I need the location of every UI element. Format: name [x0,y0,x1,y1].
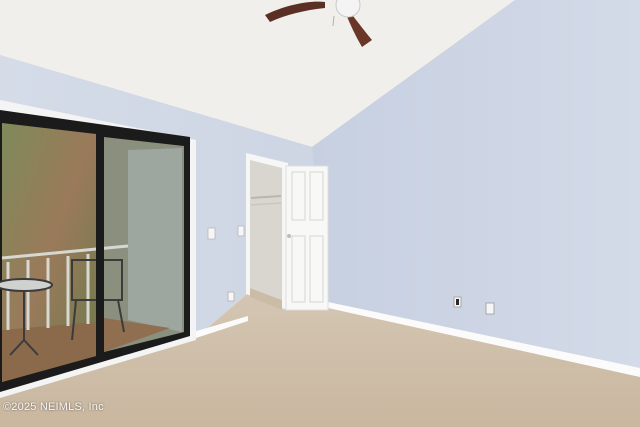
exterior-wall [128,148,182,332]
door-knob [287,234,291,238]
room-photo: ©2025 NEIMLS, Inc [0,0,640,427]
light-switch-icon [207,227,216,240]
outlet-icon [485,302,495,315]
mls-watermark: ©2025 NEIMLS, Inc [3,401,104,413]
closet-interior [250,160,282,300]
outlet-slot [456,299,459,305]
outlet-icon [227,291,235,302]
room-illustration [0,0,640,427]
light-switch-icon [237,225,245,237]
sliding-door-mullion [96,130,104,360]
